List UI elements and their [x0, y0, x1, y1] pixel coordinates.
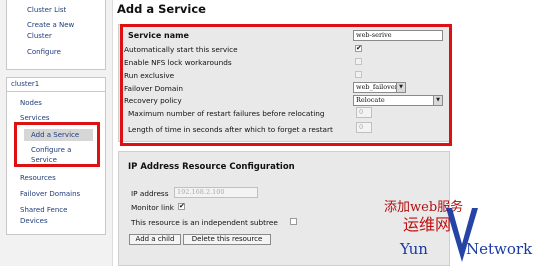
- nav-nodes[interactable]: Nodes: [20, 98, 42, 109]
- configure-link[interactable]: Configure: [27, 47, 61, 58]
- sidebar: Cluster List Create a New Cluster Configu…: [0, 0, 113, 266]
- add-child-button[interactable]: Add a child: [129, 234, 181, 245]
- independent-subtree-checkbox[interactable]: [290, 218, 297, 225]
- ip-address-label: IP address: [131, 189, 169, 198]
- nav-failover-domains[interactable]: Failover Domains: [20, 189, 80, 200]
- ip-address-input[interactable]: 192.168.2.100: [174, 187, 258, 198]
- service-form-highlight-box: [120, 24, 452, 146]
- monitor-link-label: Monitor link: [131, 203, 174, 212]
- cluster-nav-box: Cluster List Create a New Cluster Configu…: [6, 0, 106, 70]
- page-title: Add a Service: [117, 2, 206, 16]
- delete-resource-button[interactable]: Delete this resource: [183, 234, 271, 245]
- independent-subtree-label: This resource is an independent subtree: [131, 218, 278, 227]
- nav-resources[interactable]: Resources: [20, 173, 56, 184]
- watermark-network: Network: [466, 240, 533, 258]
- cluster-name-heading: cluster1: [7, 78, 105, 92]
- sidebar-highlight-box: [14, 122, 100, 167]
- cluster-list-link[interactable]: Cluster List: [27, 5, 66, 16]
- monitor-link-checkbox[interactable]: ✔: [178, 203, 185, 210]
- resource-section-title: IP Address Resource Configuration: [128, 162, 295, 172]
- create-cluster-link[interactable]: Create a New Cluster: [27, 20, 74, 42]
- watermark-yun: Yun: [400, 240, 428, 258]
- nav-shared-fence-devices[interactable]: Shared Fence Devices: [20, 205, 67, 227]
